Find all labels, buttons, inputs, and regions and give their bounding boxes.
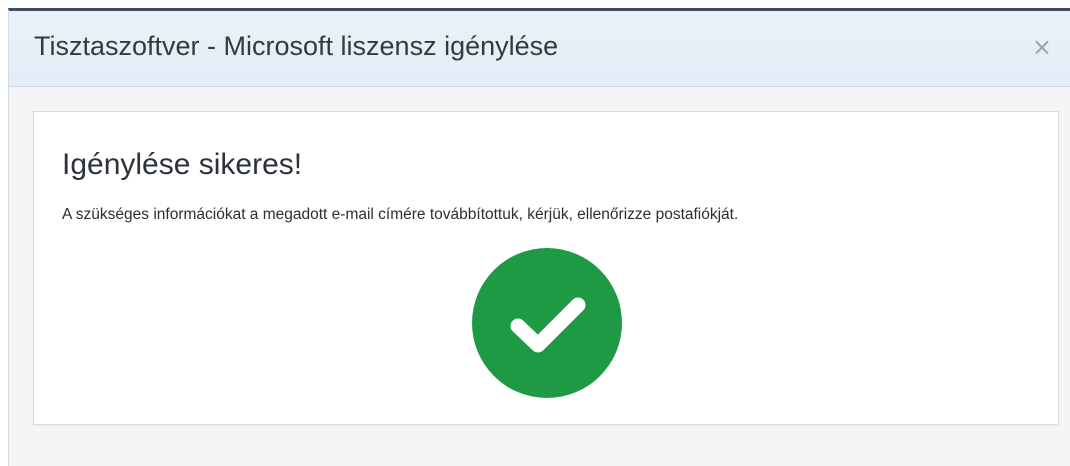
success-heading: Igénylése sikeres! <box>62 148 303 181</box>
dialog-header: Tisztaszoftver - Microsoft liszensz igén… <box>9 11 1070 87</box>
success-message: A szükséges információkat a megadott e-m… <box>62 206 739 223</box>
license-request-dialog: Tisztaszoftver - Microsoft liszensz igén… <box>8 8 1070 466</box>
dialog-body: Igénylése sikeres! A szükséges informáci… <box>9 87 1070 466</box>
check-circle-background <box>472 248 622 398</box>
dialog-title: Tisztaszoftver - Microsoft liszensz igén… <box>34 31 559 61</box>
success-panel: Igénylése sikeres! A szükséges informáci… <box>33 111 1059 425</box>
check-circle-icon <box>472 248 622 398</box>
close-icon[interactable]: × <box>1032 35 1052 59</box>
